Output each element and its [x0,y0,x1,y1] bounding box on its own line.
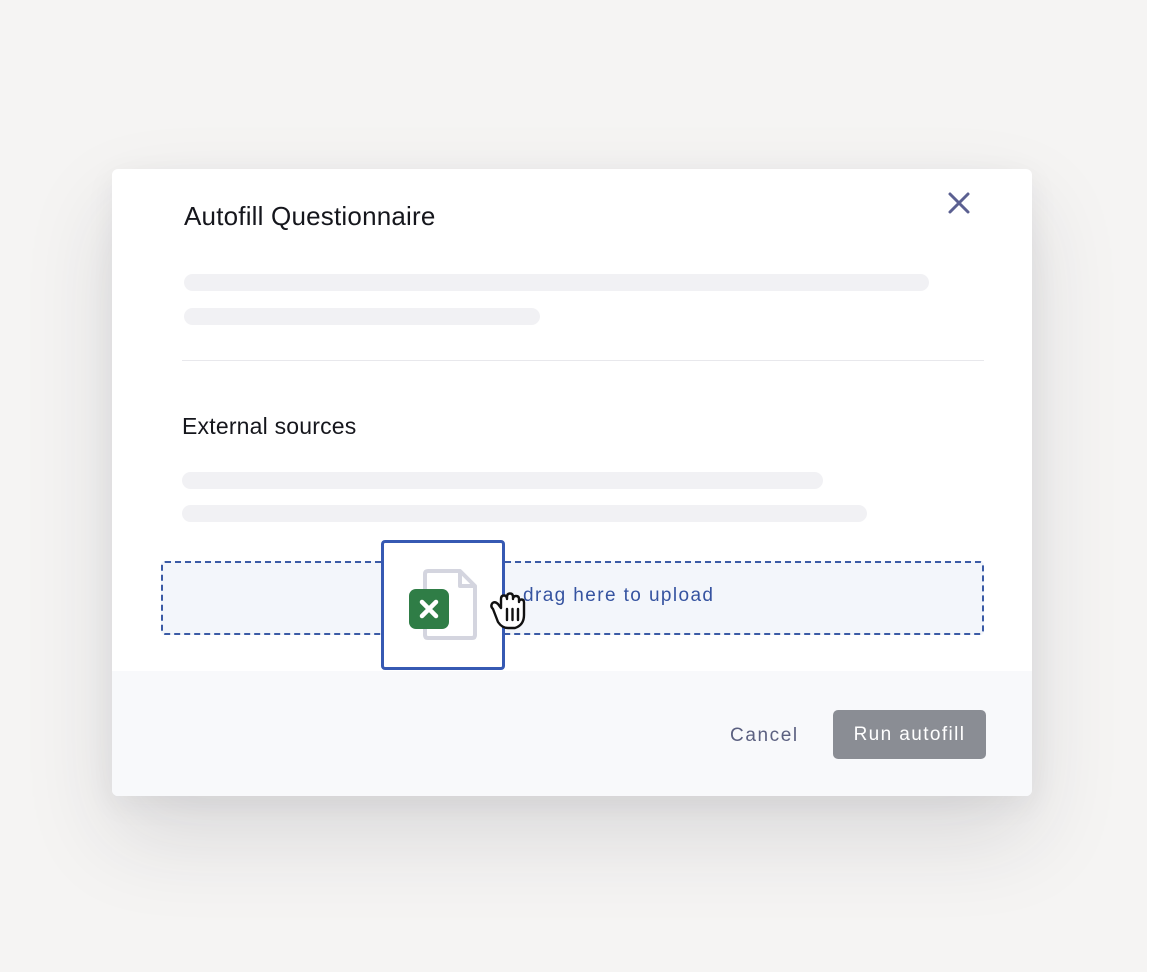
close-button[interactable] [939,183,979,223]
dropzone-label: drag here to upload [523,585,715,606]
external-sources-heading: External sources [182,413,357,439]
grab-hand-cursor-icon [490,592,526,630]
modal-footer: Cancel Run autofill [112,671,1032,796]
sources-placeholder-line [182,472,823,489]
page-edge [1147,0,1154,972]
description-placeholder-line [184,308,540,325]
cancel-button[interactable]: Cancel [730,725,799,747]
sources-placeholder-line [182,505,867,522]
section-divider [182,360,984,361]
page: Autofill Questionnaire External sources … [0,0,1154,972]
autofill-modal: Autofill Questionnaire External sources … [112,169,1032,796]
run-autofill-button[interactable]: Run autofill [833,710,986,759]
description-placeholder-line [184,274,929,291]
modal-title: Autofill Questionnaire [184,201,436,231]
close-icon [948,192,970,214]
